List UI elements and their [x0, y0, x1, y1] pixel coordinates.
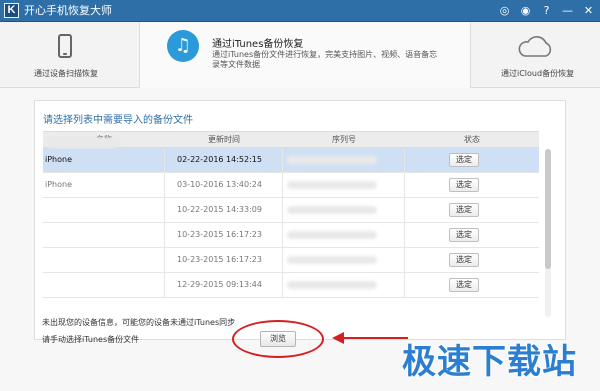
backup-serial — [283, 273, 405, 297]
redacted-serial — [287, 231, 377, 239]
redacted-serial — [287, 281, 377, 289]
tab-device-scan[interactable]: 通过设备扫描恢复 — [0, 22, 140, 88]
backup-time: 10-23-2015 16:17:23 — [165, 223, 283, 247]
select-button[interactable]: 选定 — [449, 178, 479, 192]
section-title: 请选择列表中需要导入的备份文件 — [43, 115, 193, 126]
backup-name — [43, 139, 165, 222]
cloud-icon — [518, 36, 552, 57]
redacted-serial — [287, 256, 377, 264]
backup-name — [43, 139, 165, 297]
backup-serial — [283, 173, 405, 197]
table-row[interactable]: 10-22-2015 14:33:09 选定 — [43, 139, 539, 223]
column-header-serial: 序列号 — [332, 135, 356, 144]
main-content: 请选择列表中需要导入的备份文件 名称 更新时间 序列号 状态 iPhone 02… — [0, 88, 600, 391]
tab-icloud-backup[interactable]: 通过iCloud备份恢复 — [470, 22, 600, 88]
table-header: 名称 更新时间 序列号 状态 — [43, 131, 539, 148]
select-button[interactable]: 选定 — [449, 253, 479, 267]
help-icon[interactable]: ? — [539, 3, 554, 18]
annotation-circle — [232, 320, 324, 358]
table-scrollbar[interactable] — [545, 149, 551, 317]
recovery-mode-tabs: 通过设备扫描恢复 ♫ 通过iTunes备份恢复 通过iTunes备份文件进行恢复… — [0, 22, 600, 111]
backup-status: 选定 — [405, 173, 539, 197]
backup-serial — [283, 148, 405, 172]
table-row[interactable]: 10-23-2015 16:17:23 选定 — [43, 139, 539, 273]
redacted-serial — [287, 156, 377, 164]
backup-list-panel: 请选择列表中需要导入的备份文件 名称 更新时间 序列号 状态 iPhone 02… — [34, 100, 566, 340]
watermark: 极速下载站 — [402, 342, 577, 382]
backup-name — [43, 139, 165, 247]
backup-status: 选定 — [405, 198, 539, 222]
manual-select-hint: 请手动选择iTunes备份文件 — [42, 335, 140, 344]
backup-serial — [283, 198, 405, 222]
select-button[interactable]: 选定 — [449, 203, 479, 217]
tab-icloud-label: 通过iCloud备份恢复 — [501, 69, 575, 78]
backup-time: 02-22-2016 14:52:15 — [165, 148, 283, 172]
backup-time: 10-22-2015 14:33:09 — [165, 198, 283, 222]
app-title: 开心手机恢复大师 — [24, 4, 112, 17]
select-button[interactable]: 选定 — [449, 278, 479, 292]
backup-status: 选定 — [405, 223, 539, 247]
annotation-arrow — [332, 332, 408, 344]
table-row[interactable]: iPhone 03-10-2016 13:40:24 选定 — [43, 173, 539, 198]
backup-name: iPhone — [43, 173, 165, 197]
backup-name: iPhone — [43, 148, 165, 172]
column-header-status: 状态 — [464, 135, 480, 144]
tab-itunes-backup[interactable]: ♫ 通过iTunes备份恢复 通过iTunes备份文件进行恢复，完美支持图片、视… — [140, 22, 470, 88]
weibo-icon[interactable]: ◉ — [518, 3, 533, 18]
backup-time: 03-10-2016 13:40:24 — [165, 173, 283, 197]
title-bar: K 开心手机恢复大师 ◎ ◉ ? — ✕ — [0, 0, 600, 22]
redacted-serial — [287, 206, 377, 214]
backup-name — [43, 139, 165, 272]
table-row[interactable]: iPhone 02-22-2016 14:52:15 选定 — [43, 148, 539, 173]
music-icon: ♫ — [167, 30, 199, 62]
minimize-icon[interactable]: — — [560, 3, 575, 18]
backup-time: 12-29-2015 09:13:44 — [165, 273, 283, 297]
tab-itunes-description: 通过iTunes备份文件进行恢复，完美支持图片、视频、语音备忘录等文件数据 — [212, 50, 438, 69]
select-button[interactable]: 选定 — [449, 153, 479, 167]
app-logo: K — [4, 3, 19, 18]
backup-serial — [283, 248, 405, 272]
column-header-time: 更新时间 — [208, 135, 240, 144]
backup-table: 名称 更新时间 序列号 状态 iPhone 02-22-2016 14:52:1… — [43, 131, 539, 298]
backup-time: 10-23-2015 16:17:23 — [165, 248, 283, 272]
backup-status: 选定 — [405, 273, 539, 297]
wechat-icon[interactable]: ◎ — [497, 3, 512, 18]
device-not-found-hint: 未出现您的设备信息，可能您的设备未通过iTunes同步 — [42, 318, 236, 327]
redacted-serial — [287, 181, 377, 189]
backup-status: 选定 — [405, 248, 539, 272]
close-icon[interactable]: ✕ — [581, 3, 596, 18]
phone-icon — [58, 34, 72, 58]
redacted-name — [47, 139, 117, 147]
table-row[interactable]: 12-29-2015 09:13:44 选定 — [43, 139, 539, 298]
table-row[interactable]: 10-23-2015 16:17:23 选定 — [43, 139, 539, 248]
backup-serial — [283, 223, 405, 247]
tab-itunes-title: 通过iTunes备份恢复 — [212, 39, 304, 50]
select-button[interactable]: 选定 — [449, 228, 479, 242]
scrollbar-thumb[interactable] — [545, 149, 551, 269]
tab-device-scan-label: 通过设备扫描恢复 — [34, 69, 98, 78]
backup-status: 选定 — [405, 148, 539, 172]
window-controls: ◎ ◉ ? — ✕ — [497, 3, 596, 18]
